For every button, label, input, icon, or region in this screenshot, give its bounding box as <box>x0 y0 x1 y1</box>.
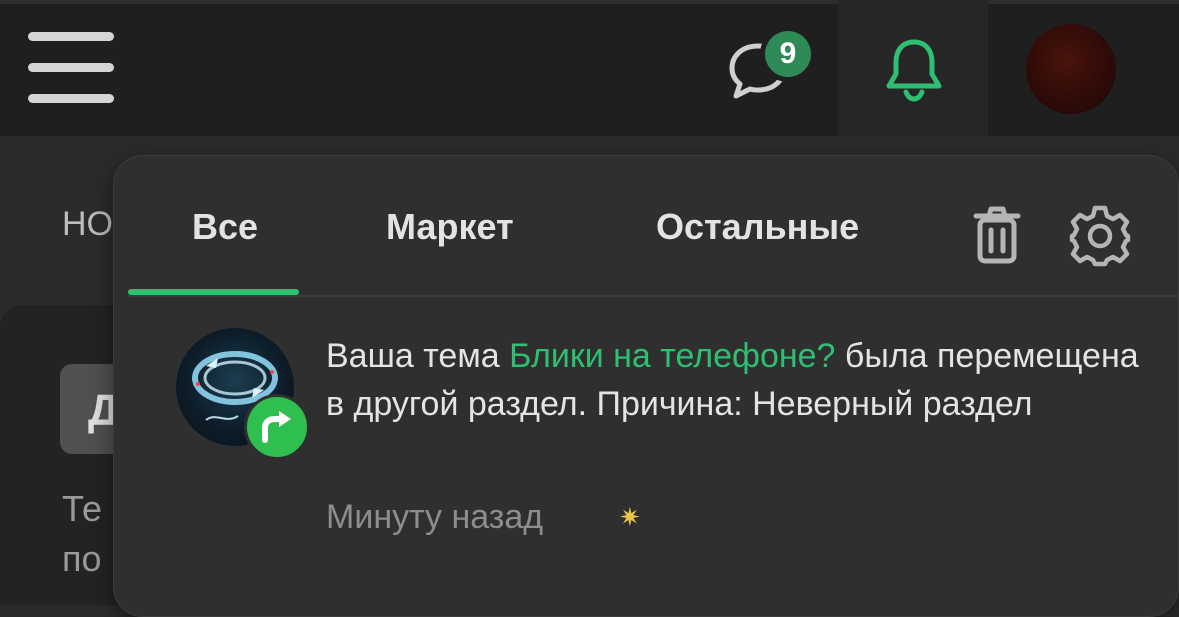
menu-line <box>28 32 114 41</box>
trash-icon <box>973 206 1021 264</box>
tab-market[interactable]: Маркет <box>386 206 514 248</box>
menu-line <box>28 63 114 72</box>
notification-text-start: Ваша тема <box>326 337 510 375</box>
bell-icon <box>886 39 942 102</box>
notification-item[interactable]: Ваша тема Блики на телефоне? была переме… <box>174 328 1164 548</box>
gear-icon <box>1069 205 1131 267</box>
user-avatar[interactable] <box>1026 24 1116 114</box>
tabs-divider <box>128 295 1178 297</box>
hamburger-menu-icon[interactable] <box>28 32 116 106</box>
top-border <box>0 0 1179 4</box>
notification-time: Минуту назад <box>326 498 544 536</box>
background-text-line: Те <box>62 488 102 529</box>
move-arrow-icon <box>262 411 291 443</box>
tab-other[interactable]: Остальные <box>656 206 859 248</box>
messages-count: 9 <box>765 31 811 77</box>
move-badge <box>244 394 310 460</box>
background-text-line: по <box>62 538 102 579</box>
background-nav-text: НО <box>62 205 113 243</box>
top-header: 9 <box>0 0 1179 136</box>
notifications-popup: Все Маркет Остальные Ваша тема Блики на … <box>113 155 1179 617</box>
messages-count-badge: 9 <box>760 26 816 82</box>
topic-link[interactable]: Блики на телефоне? <box>509 337 835 375</box>
delete-all-button[interactable] <box>970 204 1024 266</box>
menu-line <box>28 94 114 103</box>
tab-all[interactable]: Все <box>192 206 258 248</box>
sparkle-icon: ✷ <box>619 502 641 532</box>
settings-button[interactable] <box>1068 204 1132 268</box>
notification-text: Ваша тема Блики на телефоне? была переме… <box>326 332 1146 428</box>
notifications-button[interactable] <box>878 36 950 104</box>
